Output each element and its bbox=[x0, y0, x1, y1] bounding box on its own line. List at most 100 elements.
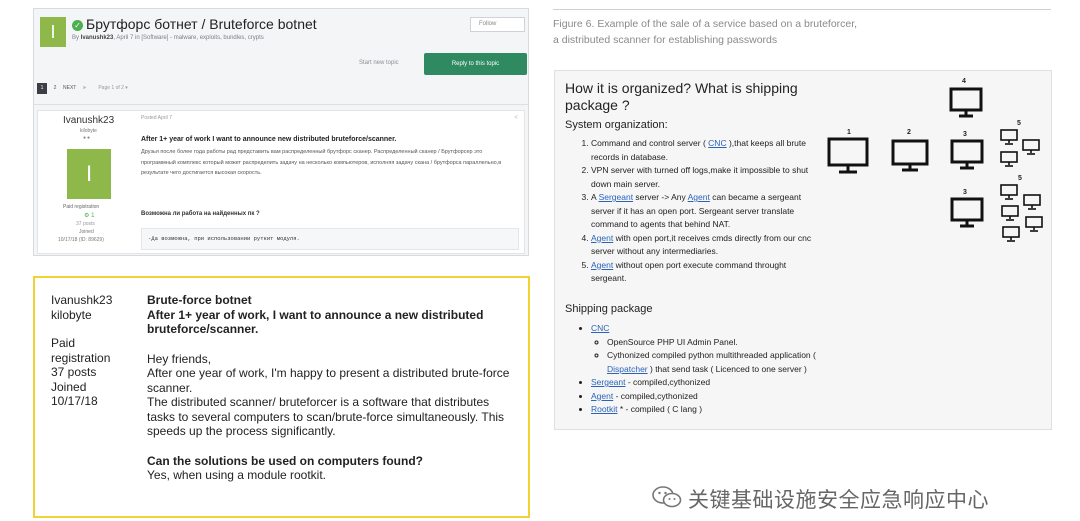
organization-slide: How it is organized? What is shipping pa… bbox=[554, 70, 1052, 430]
start-topic-link[interactable]: Start new topic bbox=[359, 60, 399, 66]
wechat-icon bbox=[652, 485, 682, 514]
cnc-sublist: OpenSource PHP UI Admin Panel. Cythonize… bbox=[591, 336, 831, 377]
agent-link[interactable]: Agent bbox=[591, 233, 613, 243]
follow-label: Follow bbox=[479, 21, 497, 27]
translation-username: Ivanushk23 bbox=[51, 293, 113, 307]
translation-paragraph-2: The distributed scanner/ bruteforcer is … bbox=[147, 395, 505, 438]
node-label: 2 bbox=[907, 129, 911, 136]
post-question: Возможна ли работа на найденных пк ? bbox=[141, 211, 260, 217]
translation-user: Ivanushk23 kilobyte bbox=[51, 293, 112, 322]
translation-title: Brute-force botnet bbox=[147, 293, 252, 307]
figure-caption: Figure 6. Example of the sale of a servi… bbox=[553, 17, 1051, 48]
caption-rule bbox=[553, 9, 1051, 10]
post-author-posts: 37 posts bbox=[76, 221, 95, 227]
list-item: Cythonized compiled python multithreaded… bbox=[607, 349, 831, 376]
node-label: 5 bbox=[1017, 120, 1021, 127]
list-item: VPN server with turned off logs,make it … bbox=[591, 164, 821, 191]
post-author-joined-label: Joined bbox=[79, 229, 94, 235]
monitor-icon bbox=[1023, 194, 1041, 210]
reputation-icon: ⚙ bbox=[84, 213, 90, 219]
cnc-link[interactable]: CNC bbox=[708, 138, 726, 148]
shipping-package-list: CNC OpenSource PHP UI Admin Panel. Cytho… bbox=[581, 322, 831, 417]
byline-author[interactable]: Ivanushk23 bbox=[81, 35, 114, 41]
divider bbox=[34, 104, 528, 105]
monitor-icon bbox=[1002, 226, 1020, 242]
topic-title-text: Брутфорс ботнет / Bruteforce botnet bbox=[86, 16, 317, 32]
list-item: CNC OpenSource PHP UI Admin Panel. Cytho… bbox=[591, 322, 831, 376]
translation-answer: Yes, when using a module rootkit. bbox=[147, 468, 326, 482]
page-jump-dropdown[interactable]: Page 1 of 2 ▾ bbox=[98, 83, 127, 94]
translation-user-meta: Paid registration 37 posts Joined 10/17/… bbox=[51, 336, 110, 409]
list-item: Agent with open port,it receives cmds di… bbox=[591, 232, 821, 259]
monitor-icon bbox=[1000, 184, 1018, 200]
translation-box: Ivanushk23 kilobyte Paid registration 37… bbox=[33, 276, 530, 518]
node-label: 4 bbox=[962, 78, 966, 85]
translation-headline: After 1+ year of work, I want to announc… bbox=[147, 307, 484, 337]
agent-link[interactable]: Agent bbox=[591, 391, 613, 401]
list-item: Sergeant - compiled,cythonized bbox=[591, 376, 831, 390]
meta-line: 10/17/18 bbox=[51, 394, 98, 408]
post-author-avatar[interactable]: I bbox=[67, 149, 111, 199]
agent-link[interactable]: Agent bbox=[591, 260, 613, 270]
rootkit-link[interactable]: Rootkit bbox=[591, 404, 617, 414]
watermark-text: 关键基础设施安全应急响应中心 bbox=[688, 488, 989, 512]
cnc-link[interactable]: CNC bbox=[591, 323, 609, 333]
post-author-rank-dots: ●● bbox=[83, 135, 92, 141]
share-icon[interactable]: < bbox=[514, 115, 518, 121]
node-label: 1 bbox=[847, 129, 851, 136]
caption-line-2: a distributed scanner for establishing p… bbox=[553, 33, 778, 46]
system-organization-list: Command and control server ( CNC ),that … bbox=[581, 137, 821, 286]
monitor-icon bbox=[949, 87, 983, 119]
next-page-button[interactable]: NEXT bbox=[63, 83, 76, 94]
topic-byline: By Ivanushk23, April 7 in [Software] - m… bbox=[72, 35, 264, 41]
post-code-block: -Да возможна, при использовании руткит м… bbox=[141, 228, 519, 250]
meta-line: 37 posts bbox=[51, 365, 97, 379]
last-page-button[interactable]: » bbox=[79, 83, 89, 94]
translation-greeting: Hey friends, bbox=[147, 351, 212, 366]
sergeant-link[interactable]: Sergeant bbox=[599, 192, 634, 202]
caption-line-1: Figure 6. Example of the sale of a servi… bbox=[553, 18, 858, 30]
node-label: 3 bbox=[963, 189, 967, 196]
post-author-name[interactable]: Ivanushk23 bbox=[63, 115, 114, 126]
post-author-joined-date: 10/17/18 (ID: 89629) bbox=[58, 237, 104, 243]
monitor-icon bbox=[950, 139, 984, 171]
list-item: Agent - compiled,cythonized bbox=[591, 390, 831, 404]
reputation-value: 1 bbox=[91, 213, 95, 219]
monitor-icon bbox=[950, 197, 984, 229]
page-2-button[interactable]: 2 bbox=[50, 83, 60, 94]
watermark: 关键基础设施安全应急响应中心 bbox=[652, 484, 989, 514]
status-check-icon: ✓ bbox=[72, 20, 83, 31]
post-author-reputation: ⚙ 1 bbox=[84, 212, 94, 219]
system-organization-heading: System organization: bbox=[565, 119, 668, 131]
meta-line: registration bbox=[51, 350, 111, 365]
sergeant-link[interactable]: Sergeant bbox=[591, 377, 626, 387]
post-date: Posted April 7 bbox=[141, 115, 172, 121]
post-headline: After 1+ year of work I want to announce… bbox=[141, 136, 397, 143]
shipping-package-heading: Shipping package bbox=[565, 303, 653, 315]
post-author-level: kilobyte bbox=[80, 128, 97, 134]
monitor-icon bbox=[1000, 129, 1018, 145]
monitor-icon bbox=[1022, 139, 1040, 155]
monitor-icon bbox=[827, 137, 869, 175]
monitor-icon bbox=[891, 139, 929, 173]
post-author-group: Paid registration bbox=[63, 204, 100, 210]
meta-line: Joined bbox=[51, 379, 87, 394]
monitor-icon bbox=[1025, 216, 1043, 232]
meta-line: Paid bbox=[51, 336, 76, 350]
translation-level: kilobyte bbox=[51, 307, 92, 322]
dispatcher-link[interactable]: Dispatcher bbox=[607, 364, 648, 374]
page-1-button[interactable]: 1 bbox=[37, 83, 47, 94]
forum-screenshot: I ✓ Брутфорс ботнет / Bruteforce botnet B… bbox=[33, 8, 529, 256]
list-item: Command and control server ( CNC ),that … bbox=[591, 137, 821, 164]
monitor-icon bbox=[1001, 205, 1019, 221]
network-diagram: 1 2 3 4 3 5 5 bbox=[819, 71, 1051, 271]
node-label: 5 bbox=[1018, 175, 1022, 182]
byline-details: , April 7 in [Software] - malware, explo… bbox=[113, 35, 264, 41]
translation-body: Brute-force botnet After 1+ year of work… bbox=[147, 293, 517, 483]
topic-title: ✓ Брутфорс ботнет / Bruteforce botnet bbox=[72, 16, 317, 32]
follow-button[interactable]: Follow bbox=[470, 17, 525, 32]
list-item: A Sergeant server -> Any Agent can becam… bbox=[591, 191, 821, 232]
agent-link[interactable]: Agent bbox=[688, 192, 710, 202]
reply-button[interactable]: Reply to this topic bbox=[424, 53, 527, 75]
list-item: Rootkit * - compiled ( C lang ) bbox=[591, 403, 831, 417]
